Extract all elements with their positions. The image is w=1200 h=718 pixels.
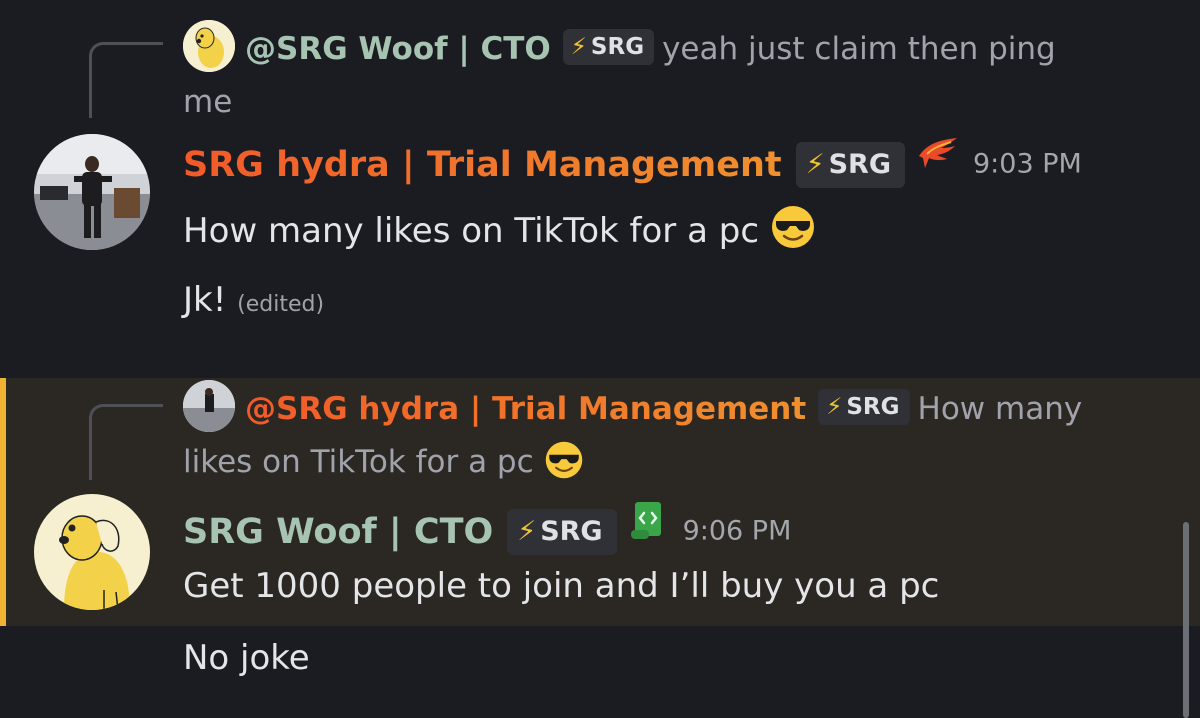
reply-mention[interactable]: @SRG Woof | CTO: [245, 31, 551, 67]
edited-label: (edited): [237, 292, 325, 317]
reply-server-tag: ⚡ SRG: [562, 29, 655, 65]
message-line: How many likes on TikTok for a pc: [183, 204, 816, 259]
server-tag[interactable]: ⚡ SRG: [795, 141, 905, 188]
reply-preview[interactable]: @SRG hydra | Trial Management ⚡ SRG How man…: [183, 380, 1123, 497]
reply-preview[interactable]: @SRG Woof | CTO ⚡ SRG yeah just claim then …: [183, 20, 1123, 129]
script-scroll-icon[interactable]: [629, 498, 669, 565]
reply-spine: [89, 42, 163, 118]
bolt-icon: ⚡: [517, 515, 537, 547]
reply-spine: [89, 404, 163, 480]
reply-mention[interactable]: @SRG hydra | Trial Management: [245, 391, 806, 427]
reply-text-continued: me: [183, 84, 233, 120]
sunglasses-emoji: [770, 204, 816, 259]
server-tag[interactable]: ⚡ SRG: [507, 508, 617, 555]
message-woof-highlighted[interactable]: @SRG hydra | Trial Management ⚡ SRG How man…: [0, 378, 1200, 626]
bolt-icon: ⚡: [805, 148, 825, 180]
message-hydra[interactable]: @SRG Woof | CTO ⚡ SRG yeah just claim then …: [0, 0, 1200, 340]
message-line: Get 1000 people to join and I’ll buy you…: [183, 566, 940, 606]
chat-messages: @SRG Woof | CTO ⚡ SRG yeah just claim then …: [0, 0, 1200, 718]
phoenix-icon[interactable]: [917, 136, 959, 193]
author-name[interactable]: SRG hydra | Trial Management: [183, 145, 782, 185]
message-header: SRG Woof | CTO ⚡ SRG 9:06 PM: [183, 498, 792, 555]
message-header: SRG hydra | Trial Management ⚡ SRG 9:03 PM: [183, 136, 1082, 192]
timestamp[interactable]: 9:06 PM: [683, 516, 792, 547]
sunglasses-emoji: [544, 440, 584, 497]
bolt-icon: ⚡: [570, 34, 587, 60]
avatar-woof[interactable]: [34, 494, 150, 610]
avatar-hydra[interactable]: [34, 134, 150, 250]
author-name[interactable]: SRG Woof | CTO: [183, 512, 493, 552]
reply-avatar-hydra[interactable]: [183, 380, 235, 432]
timestamp[interactable]: 9:03 PM: [973, 149, 1082, 180]
reply-text: How many: [917, 391, 1083, 427]
message-line: Jk! (edited): [183, 280, 325, 320]
reply-server-tag: ⚡ SRG: [818, 389, 910, 425]
reply-text: yeah just claim then ping: [662, 31, 1056, 67]
message-line: No joke: [183, 638, 310, 678]
reply-avatar-woof[interactable]: [183, 20, 235, 72]
bolt-icon: ⚡: [826, 394, 843, 420]
reply-text-continued: likes on TikTok for a pc: [183, 444, 534, 480]
scrollbar[interactable]: [1183, 522, 1189, 718]
